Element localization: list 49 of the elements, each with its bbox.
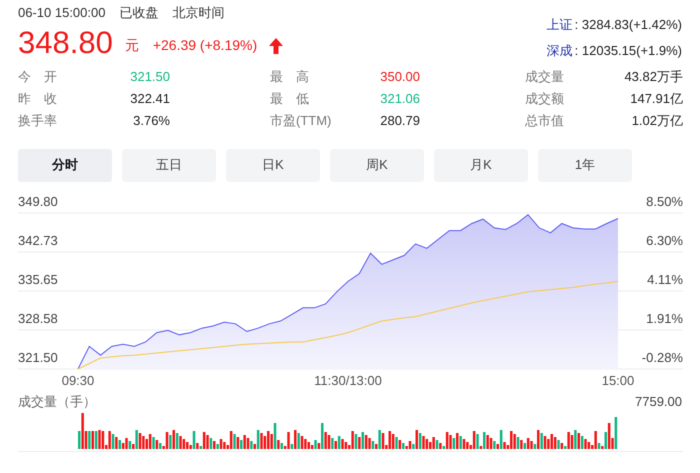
axis-tick-label: 342.73 bbox=[18, 232, 58, 248]
current-price: 348.80 bbox=[18, 24, 113, 62]
stat-value: 43.82万手 bbox=[623, 68, 683, 86]
stat-value: 321.50 bbox=[129, 68, 170, 86]
stat-value: 1.02万亿 bbox=[630, 112, 683, 130]
volume-title: 成交量（手） bbox=[18, 392, 96, 410]
stat-value: 322.41 bbox=[129, 90, 170, 108]
stat-label: 最 低 bbox=[270, 90, 310, 108]
stat-value: 350.00 bbox=[379, 68, 420, 86]
period-tab[interactable]: 日K bbox=[226, 148, 320, 182]
period-tab[interactable]: 分时 bbox=[18, 148, 112, 182]
stat-label: 昨 收 bbox=[18, 90, 58, 108]
market-status: 已收盘 bbox=[119, 4, 158, 22]
index-value: : 12035.15(+1.9%) bbox=[574, 42, 682, 60]
price-unit: 元 bbox=[124, 36, 139, 55]
stat-value: 321.06 bbox=[379, 90, 420, 108]
index-name: 上证 bbox=[546, 16, 573, 34]
stat-label: 成交量 bbox=[525, 68, 565, 86]
stat-label: 换手率 bbox=[18, 112, 58, 130]
index-name: 深成 bbox=[546, 42, 573, 60]
axis-tick-label: 335.65 bbox=[18, 272, 58, 286]
period-tab[interactable]: 五日 bbox=[122, 148, 216, 182]
period-tab[interactable]: 月K bbox=[434, 148, 528, 182]
axis-tick-label: 09:30 bbox=[62, 372, 94, 388]
percent-tick-label: 4.11% bbox=[647, 272, 683, 286]
period-tab[interactable]: 周K bbox=[330, 148, 424, 182]
volume-max-label: 7759.00 bbox=[635, 392, 682, 410]
index-value: : 3284.83(+1.42%) bbox=[574, 16, 682, 34]
stat-label: 总市值 bbox=[525, 112, 565, 130]
percent-tick-label: 1.91% bbox=[646, 310, 683, 326]
period-tab[interactable]: 1年 bbox=[538, 148, 632, 182]
stat-label: 最 高 bbox=[270, 68, 310, 86]
stat-label: 今 开 bbox=[18, 68, 58, 86]
stat-label: 成交额 bbox=[525, 90, 565, 108]
percent-tick-label: -0.28% bbox=[642, 350, 683, 364]
price-change: +26.39 (+8.19%) bbox=[152, 36, 258, 55]
stat-label: 市盈(TTM) bbox=[270, 112, 330, 130]
axis-tick-label: 328.58 bbox=[18, 310, 58, 326]
axis-tick-label: 11:30/13:00 bbox=[314, 372, 382, 388]
axis-tick-label: 15:00 bbox=[602, 372, 634, 388]
datetime: 06-10 15:00:00 bbox=[18, 4, 106, 22]
stat-value: 147.91亿 bbox=[629, 90, 683, 108]
percent-tick-label: 6.30% bbox=[646, 232, 683, 248]
stat-value: 280.79 bbox=[379, 112, 420, 130]
axis-tick-label: 321.50 bbox=[18, 350, 58, 364]
percent-tick-label: 8.50% bbox=[646, 194, 683, 208]
timezone: 北京时间 bbox=[172, 4, 224, 22]
axis-tick-label: 349.80 bbox=[18, 194, 58, 208]
stat-value: 3.76% bbox=[132, 112, 170, 130]
